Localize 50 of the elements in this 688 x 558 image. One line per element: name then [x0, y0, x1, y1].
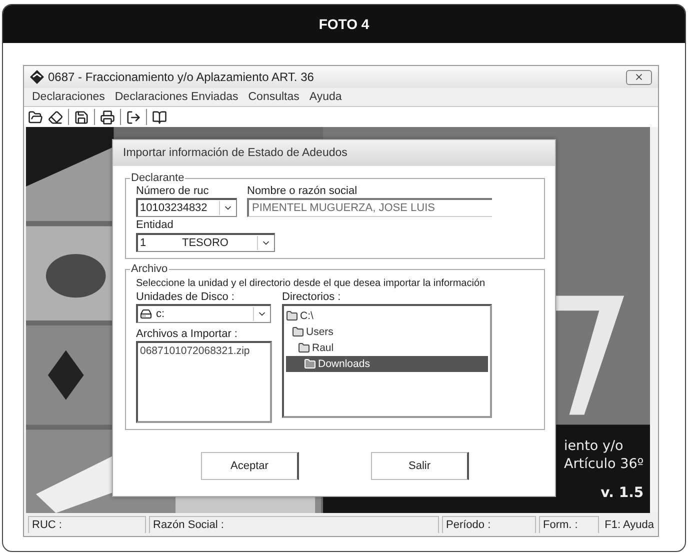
- field-label: Directorios :: [282, 291, 342, 303]
- field-label: Unidades de Disco :: [136, 291, 236, 303]
- menu-item[interactable]: Declaraciones: [32, 91, 105, 103]
- book-icon[interactable]: [152, 110, 167, 124]
- folder-icon: [286, 310, 298, 322]
- open-folder-icon[interactable]: [28, 110, 43, 124]
- group-legend: Declarante: [130, 172, 186, 184]
- close-icon: [634, 72, 644, 82]
- printer-icon[interactable]: [100, 110, 115, 124]
- diamond-logo-icon: [30, 70, 44, 84]
- menu-item[interactable]: Declaraciones Enviadas: [114, 91, 238, 103]
- window-title: 0687 - Fraccionamiento y/o Aplazamiento ART. 36: [48, 70, 315, 84]
- tree-item[interactable]: Raul: [286, 340, 488, 356]
- entity-dropdown[interactable]: 1 TESORO: [136, 233, 275, 252]
- splash-text: iento y/o: [564, 437, 624, 455]
- files-list[interactable]: 0687101072068321.zip: [136, 341, 272, 423]
- field-label: Nombre o razón social: [247, 185, 358, 197]
- status-text: F1: Ayuda: [604, 518, 654, 530]
- file-item[interactable]: 0687101072068321.zip: [140, 345, 268, 357]
- version-label: v. 1.5: [600, 485, 644, 501]
- status-field: Form. :: [539, 516, 599, 533]
- status-field: RUC :: [28, 516, 146, 533]
- save-icon[interactable]: [74, 110, 89, 124]
- close-button[interactable]: [626, 70, 652, 84]
- splash-text: Artículo 36º: [564, 455, 644, 473]
- instruction-text: Seleccione la unidad y el directorio desde el que desea importar la información: [136, 278, 486, 289]
- field-label: Número de ruc: [136, 185, 210, 197]
- folder-icon: [292, 326, 304, 338]
- figure-header: FOTO 4: [3, 5, 685, 43]
- drive-icon: [140, 308, 152, 320]
- folder-icon: [304, 358, 316, 370]
- eraser-icon[interactable]: [48, 110, 63, 124]
- menu-item[interactable]: Ayuda: [309, 91, 342, 103]
- directory-tree[interactable]: C:\ Users Raul Downloads: [282, 304, 492, 418]
- dialog-button[interactable]: Aceptar: [201, 452, 299, 480]
- tree-item[interactable]: Downloads: [286, 356, 488, 372]
- field-label: Entidad: [136, 219, 174, 231]
- dialog-title: Importar información de Estado de Adeudos: [113, 140, 555, 166]
- status-field: Razón Social :: [149, 516, 439, 533]
- folder-icon: [298, 342, 310, 354]
- menu-item[interactable]: Consultas: [248, 91, 300, 103]
- field-label: Archivos a Importar :: [136, 328, 238, 340]
- dialog-button[interactable]: Salir: [371, 452, 469, 480]
- group-legend: Archivo: [130, 263, 169, 275]
- status-field: Período :: [442, 516, 536, 533]
- tree-item[interactable]: Users: [286, 324, 488, 340]
- ruc-dropdown[interactable]: 10103234832: [136, 198, 237, 217]
- drive-dropdown[interactable]: c:: [136, 304, 271, 323]
- tree-item[interactable]: C:\: [286, 308, 488, 324]
- exit-icon[interactable]: [126, 110, 141, 124]
